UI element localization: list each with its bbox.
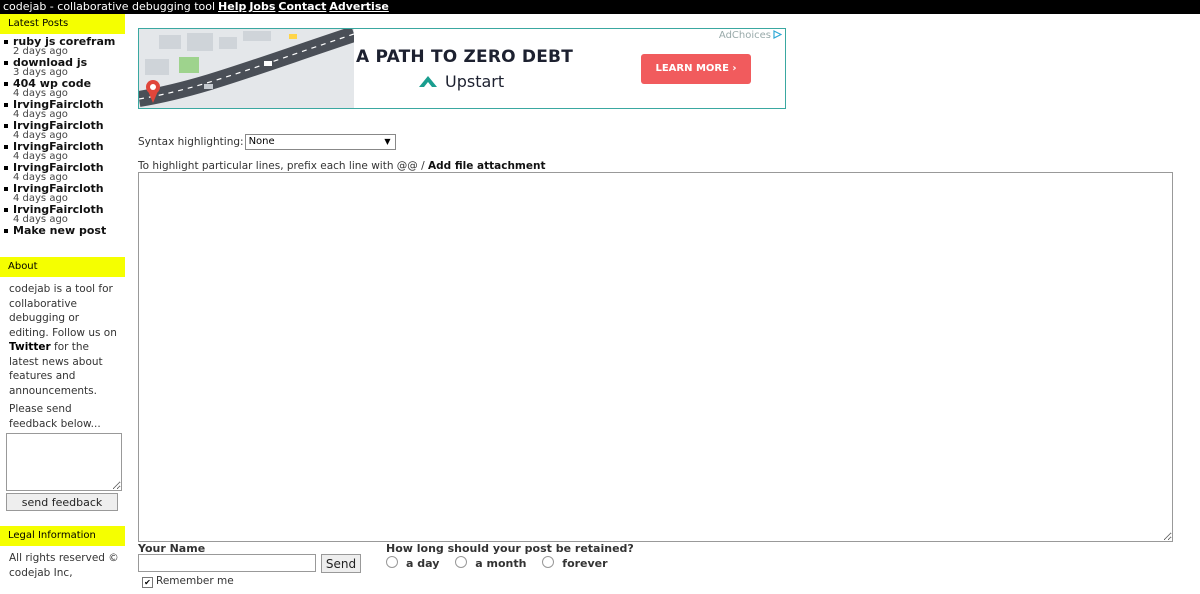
post-item[interactable]: download js 3 days ago <box>0 57 126 78</box>
nav-advertise-link[interactable]: Advertise <box>329 0 388 13</box>
retain-forever-radio[interactable] <box>542 556 555 568</box>
nav-contact-link[interactable]: Contact <box>278 0 326 13</box>
add-file-attachment-link[interactable]: Add file attachment <box>428 160 545 172</box>
top-bar: codejab - collaborative debugging tool He… <box>0 0 1200 14</box>
advertisement-banner[interactable]: A PATH TO ZERO DEBT Upstart LEARN MORE ›… <box>138 28 786 109</box>
ad-brand: Upstart <box>445 72 505 91</box>
syntax-highlighting-label: Syntax highlighting: <box>138 136 244 148</box>
legal-text: All rights reserved © codejab Inc, <box>9 552 119 579</box>
ad-headline: A PATH TO ZERO DEBT <box>356 47 573 67</box>
about-text: codejab is a tool for collaborative debu… <box>9 282 121 431</box>
retain-month-option[interactable]: a month <box>455 556 526 570</box>
site-title: codejab - collaborative debugging tool <box>3 0 216 13</box>
make-new-post-link[interactable]: Make new post <box>13 225 126 236</box>
post-item[interactable]: IrvingFaircloth 4 days ago <box>0 99 126 120</box>
feedback-prompt: Please send feedback below... <box>9 403 101 430</box>
sidebar: Latest Posts ruby js corefram 2 days ago … <box>0 14 126 236</box>
twitter-link[interactable]: Twitter <box>9 341 51 353</box>
latest-posts-heading: Latest Posts <box>0 14 125 34</box>
hint-row: To highlight particular lines, prefix ea… <box>138 160 545 172</box>
retain-day-label: a day <box>406 557 440 570</box>
retain-forever-option[interactable]: forever <box>542 556 608 570</box>
retain-day-radio[interactable] <box>386 556 398 568</box>
adchoices-label: AdChoices <box>718 30 771 41</box>
retain-month-label: a month <box>475 557 527 570</box>
make-new-post-item[interactable]: Make new post <box>0 225 126 236</box>
learn-more-button[interactable]: LEARN MORE › <box>641 54 751 84</box>
send-button[interactable]: Send <box>321 554 361 573</box>
nav-help-link[interactable]: Help <box>218 0 246 13</box>
retention-options: a day a month forever <box>386 556 620 570</box>
syntax-selected-value: None <box>248 136 275 147</box>
dropdown-arrow-icon: ▼ <box>384 137 391 146</box>
adchoices-link[interactable]: AdChoices <box>719 30 782 41</box>
latest-posts-list: ruby js corefram 2 days ago download js 3 … <box>0 36 126 236</box>
nav-jobs-link[interactable]: Jobs <box>249 0 275 13</box>
syntax-row: Syntax highlighting: None ▼ <box>138 134 396 150</box>
feedback-textarea[interactable] <box>6 433 122 491</box>
remember-me-label: Remember me <box>156 575 234 587</box>
syntax-highlighting-select[interactable]: None ▼ <box>244 134 396 150</box>
retain-forever-label: forever <box>562 557 608 570</box>
code-editor-textarea[interactable] <box>138 172 1173 542</box>
post-item[interactable]: IrvingFaircloth 4 days ago <box>0 204 126 225</box>
retention-label: How long should your post be retained? <box>386 542 634 555</box>
post-item[interactable]: 404 wp code 4 days ago <box>0 78 126 99</box>
post-item[interactable]: IrvingFaircloth 4 days ago <box>0 162 126 183</box>
about-heading: About <box>0 257 125 277</box>
send-feedback-button[interactable]: send feedback <box>6 493 118 511</box>
legal-heading: Legal Information <box>0 526 125 546</box>
retain-month-radio[interactable] <box>455 556 468 568</box>
map-illustration <box>139 29 354 108</box>
post-item[interactable]: ruby js corefram 2 days ago <box>0 36 126 57</box>
post-item[interactable]: IrvingFaircloth 4 days ago <box>0 141 126 162</box>
highlight-hint: To highlight particular lines, prefix ea… <box>138 160 425 172</box>
post-item[interactable]: IrvingFaircloth 4 days ago <box>0 183 126 204</box>
remember-me-checkbox[interactable]: ✔ <box>142 577 153 588</box>
adchoices-icon <box>773 30 782 39</box>
remember-me-row[interactable]: ✔ Remember me <box>142 575 234 588</box>
post-item[interactable]: IrvingFaircloth 4 days ago <box>0 120 126 141</box>
retain-day-option[interactable]: a day <box>386 556 439 570</box>
about-text-1: codejab is a tool for collaborative debu… <box>9 283 117 339</box>
upstart-logo-icon <box>419 76 437 87</box>
your-name-input[interactable] <box>138 554 316 572</box>
